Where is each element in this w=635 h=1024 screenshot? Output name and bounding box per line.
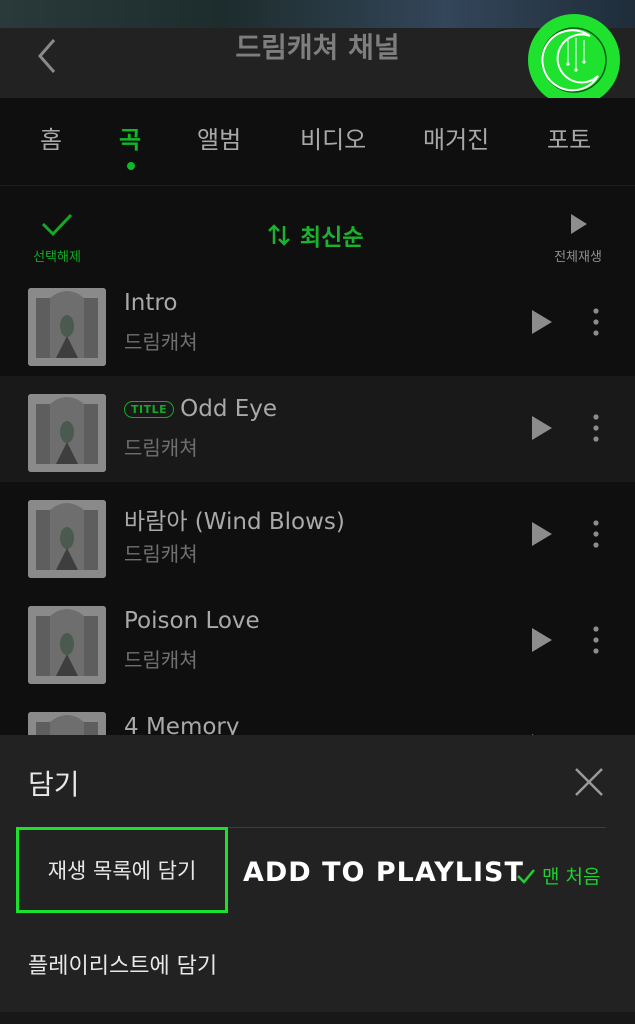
bottom-bar bbox=[0, 1012, 635, 1024]
add-to-my-playlist-button[interactable]: 플레이리스트에 담기 bbox=[28, 948, 217, 980]
tab-magazine[interactable]: 매거진 bbox=[423, 120, 489, 155]
check-icon bbox=[517, 868, 535, 884]
more-vertical-icon[interactable] bbox=[584, 518, 608, 550]
to-top-label: 맨 처음 bbox=[542, 866, 601, 888]
song-artist: 드림캐쳐 bbox=[124, 542, 198, 566]
sheet-title: 담기 bbox=[28, 768, 80, 801]
add-to-sheet: 담기 재생 목록에 담기 ADD TO PLAYLIST 맨 처음 플레이리스트… bbox=[0, 735, 635, 1024]
more-vertical-icon[interactable] bbox=[584, 412, 608, 444]
song-list: Intro 드림캐쳐 TITLE Odd Eye 드림캐쳐 바람아 (Wind … bbox=[0, 270, 635, 800]
song-artist: 드림캐쳐 bbox=[124, 330, 198, 354]
sort-arrows-icon bbox=[268, 224, 290, 246]
song-row[interactable]: Poison Love 드림캐쳐 bbox=[0, 588, 635, 694]
sort-label: 최신순 bbox=[300, 225, 364, 251]
album-art bbox=[28, 394, 106, 472]
song-artist: 드림캐쳐 bbox=[124, 648, 198, 672]
song-title: TITLE Odd Eye bbox=[124, 396, 277, 422]
deselect-label: 선택해제 bbox=[33, 250, 81, 265]
check-icon bbox=[41, 213, 73, 237]
more-vertical-icon[interactable] bbox=[584, 624, 608, 656]
album-art bbox=[28, 288, 106, 366]
album-art bbox=[28, 606, 106, 684]
song-title: Intro bbox=[124, 290, 178, 316]
song-title: Poison Love bbox=[124, 608, 260, 634]
song-row[interactable]: TITLE Odd Eye 드림캐쳐 bbox=[0, 376, 635, 482]
play-all-label: 전체재생 bbox=[554, 250, 602, 265]
tab-home[interactable]: 홈 bbox=[40, 120, 62, 155]
more-vertical-icon[interactable] bbox=[584, 306, 608, 338]
song-row[interactable]: Intro 드림캐쳐 bbox=[0, 270, 635, 376]
active-tab-indicator bbox=[127, 162, 135, 170]
play-icon[interactable] bbox=[530, 308, 554, 336]
play-all-button[interactable]: 전체재생 bbox=[546, 212, 610, 265]
add-to-playlist-caption: ADD TO PLAYLIST bbox=[243, 857, 524, 888]
tab-photos[interactable]: 포토 bbox=[547, 120, 591, 155]
channel-header: 드림캐쳐 채널 bbox=[0, 14, 635, 106]
list-toolbar: 선택해제 최신순 전체재생 bbox=[0, 186, 635, 282]
album-art bbox=[28, 500, 106, 578]
play-icon bbox=[571, 214, 587, 234]
song-title: 바람아 (Wind Blows) bbox=[124, 509, 345, 535]
tab-videos[interactable]: 비디오 bbox=[300, 120, 366, 155]
tab-albums[interactable]: 앨범 bbox=[197, 120, 241, 155]
song-row[interactable]: 바람아 (Wind Blows) 드림캐쳐 bbox=[0, 482, 635, 588]
add-to-queue-button[interactable]: 재생 목록에 담기 bbox=[16, 827, 228, 913]
channel-avatar[interactable] bbox=[528, 14, 620, 106]
play-icon[interactable] bbox=[530, 626, 554, 654]
add-to-top-toggle[interactable]: 맨 처음 bbox=[516, 862, 600, 889]
close-icon[interactable] bbox=[572, 765, 606, 799]
tab-songs[interactable]: 곡 bbox=[119, 120, 141, 155]
play-icon[interactable] bbox=[530, 414, 554, 442]
deselect-button[interactable]: 선택해제 bbox=[22, 212, 92, 265]
sort-button[interactable]: 최신순 bbox=[266, 218, 363, 252]
title-track-badge: TITLE bbox=[124, 400, 175, 418]
channel-tabs: 홈 곡 앨범 비디오 매거진 포토 bbox=[0, 98, 635, 186]
dreamcatcher-logo-icon bbox=[541, 27, 607, 93]
play-icon[interactable] bbox=[530, 520, 554, 548]
status-bar bbox=[0, 0, 635, 28]
song-artist: 드림캐쳐 bbox=[124, 436, 198, 460]
